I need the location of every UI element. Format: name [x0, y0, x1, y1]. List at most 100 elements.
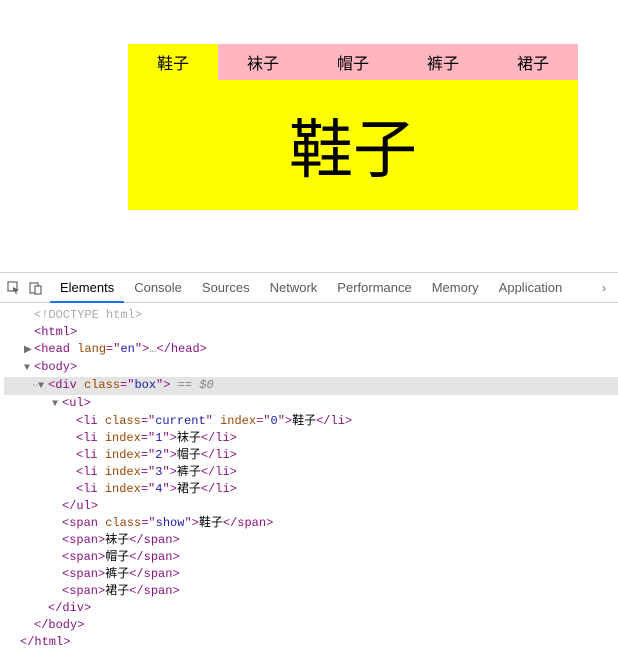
- code-token: ": [206, 414, 213, 428]
- dom-node-line[interactable]: <li index="4">裙子</li>: [4, 481, 618, 498]
- code-token: >: [84, 396, 91, 410]
- code-token: </: [156, 342, 170, 356]
- dom-node-line[interactable]: ⋯<div class="box"> == $0: [4, 377, 618, 395]
- code-token: span: [69, 533, 98, 547]
- toggle-device-icon[interactable]: [28, 280, 44, 296]
- dom-node-line[interactable]: <li index="3">裤子</li>: [4, 464, 618, 481]
- code-token: 袜子: [177, 431, 201, 445]
- dom-node-line[interactable]: </ul>: [4, 498, 618, 515]
- code-token: >: [230, 448, 237, 462]
- code-token: span: [144, 584, 173, 598]
- code-token: </: [48, 601, 62, 615]
- code-token: >: [91, 499, 98, 513]
- tab-list: 鞋子袜子帽子裤子裙子: [128, 44, 578, 80]
- code-token: li: [83, 482, 97, 496]
- dom-node-line[interactable]: <span>裙子</span>: [4, 583, 618, 600]
- code-token: </: [223, 516, 237, 530]
- code-token: lang: [77, 342, 106, 356]
- code-token: span: [69, 516, 98, 530]
- code-token: li: [83, 431, 97, 445]
- code-token: [98, 482, 105, 496]
- dom-node-line[interactable]: <head lang="en">…</head>: [4, 341, 618, 359]
- code-token: span: [69, 550, 98, 564]
- code-token: >: [285, 414, 292, 428]
- code-token: >: [70, 325, 77, 339]
- code-token: </: [20, 635, 34, 649]
- code-token: ": [162, 448, 169, 462]
- caret-down-icon[interactable]: [24, 360, 34, 377]
- devtools-toolbar: ElementsConsoleSourcesNetworkPerformance…: [0, 273, 618, 303]
- code-token: [98, 431, 105, 445]
- code-token: >: [192, 516, 199, 530]
- code-token: current: [155, 414, 205, 428]
- code-token: 帽子: [105, 550, 129, 564]
- dom-node-line[interactable]: </div>: [4, 600, 618, 617]
- code-token: </: [201, 431, 215, 445]
- code-token: =": [141, 431, 155, 445]
- dom-node-line[interactable]: <li index="2">帽子</li>: [4, 447, 618, 464]
- code-token: </: [129, 584, 143, 598]
- code-token: ": [135, 342, 142, 356]
- tab-item[interactable]: 鞋子: [128, 44, 218, 80]
- inspect-element-icon[interactable]: [6, 280, 22, 296]
- caret-right-icon[interactable]: [24, 342, 34, 359]
- devtools-panel: ElementsConsoleSourcesNetworkPerformance…: [0, 272, 618, 655]
- tab-item[interactable]: 裙子: [488, 44, 578, 80]
- dom-node-line[interactable]: <li index="1">袜子</li>: [4, 430, 618, 447]
- code-token: >: [170, 448, 177, 462]
- dom-node-line[interactable]: </html>: [4, 634, 618, 651]
- devtools-tab[interactable]: Memory: [422, 273, 489, 303]
- dom-node-line[interactable]: <span>裤子</span>: [4, 566, 618, 583]
- code-token: </: [129, 533, 143, 547]
- code-token: ": [162, 482, 169, 496]
- devtools-tab[interactable]: Network: [260, 273, 328, 303]
- code-token: </: [129, 550, 143, 564]
- code-token: =": [141, 448, 155, 462]
- overflow-icon[interactable]: ›: [596, 281, 612, 295]
- dom-tree[interactable]: <!DOCTYPE html><html><head lang="en">…</…: [0, 303, 618, 655]
- dom-node-line[interactable]: <span>帽子</span>: [4, 549, 618, 566]
- page-render-area: 鞋子袜子帽子裤子裙子 鞋子: [0, 0, 618, 272]
- dom-node-line[interactable]: <ul>: [4, 395, 618, 413]
- code-token: 裙子: [177, 482, 201, 496]
- caret-down-icon[interactable]: [38, 378, 48, 395]
- dom-node-line[interactable]: <!DOCTYPE html>: [4, 307, 618, 324]
- code-token: head: [171, 342, 200, 356]
- tab-item[interactable]: 帽子: [308, 44, 398, 80]
- code-token: >: [230, 482, 237, 496]
- code-token: 鞋子: [292, 414, 316, 428]
- code-token: =": [141, 482, 155, 496]
- code-token: 帽子: [177, 448, 201, 462]
- dom-node-line[interactable]: </body>: [4, 617, 618, 634]
- code-token: span: [237, 516, 266, 530]
- code-token: >: [230, 431, 237, 445]
- devtools-tab[interactable]: Performance: [327, 273, 421, 303]
- code-token: [77, 378, 84, 392]
- tab-item[interactable]: 裤子: [398, 44, 488, 80]
- code-token: class: [105, 516, 141, 530]
- code-token: ": [162, 431, 169, 445]
- dom-node-line[interactable]: <span class="show">鞋子</span>: [4, 515, 618, 532]
- code-token: >: [230, 465, 237, 479]
- code-token: en: [120, 342, 134, 356]
- devtools-tab[interactable]: Console: [124, 273, 192, 303]
- code-token: class: [84, 378, 120, 392]
- code-token: >: [200, 342, 207, 356]
- dom-node-line[interactable]: <span>袜子</span>: [4, 532, 618, 549]
- devtools-tab[interactable]: Elements: [50, 273, 124, 303]
- code-token: >: [84, 601, 91, 615]
- devtools-tab[interactable]: Sources: [192, 273, 260, 303]
- tab-item[interactable]: 袜子: [218, 44, 308, 80]
- code-token: ": [162, 465, 169, 479]
- code-token: </: [34, 618, 48, 632]
- dom-node-line[interactable]: <body>: [4, 359, 618, 377]
- dom-node-line[interactable]: <html>: [4, 324, 618, 341]
- devtools-tab[interactable]: Application: [489, 273, 573, 303]
- caret-down-icon[interactable]: [52, 396, 62, 413]
- code-token: </: [201, 448, 215, 462]
- code-token: div: [62, 601, 84, 615]
- dom-node-line[interactable]: <li class="current" index="0">鞋子</li>: [4, 413, 618, 430]
- code-token: ": [278, 414, 285, 428]
- code-token: li: [215, 482, 229, 496]
- code-token: </: [129, 567, 143, 581]
